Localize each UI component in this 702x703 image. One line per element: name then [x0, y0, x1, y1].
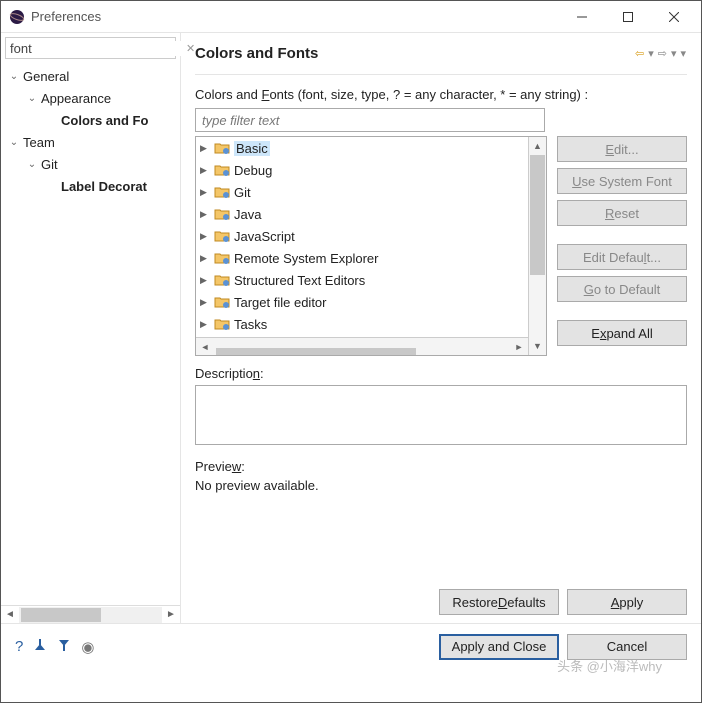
tree-item-label-decorations[interactable]: Label Decorat: [1, 175, 180, 197]
search-input-wrapper[interactable]: ✕: [5, 37, 176, 59]
scroll-left-icon[interactable]: ◄: [196, 342, 214, 352]
help-icon[interactable]: ?: [15, 638, 23, 656]
nav-history: ⇦▾ ⇨▾ ▾: [634, 47, 687, 60]
chevron-right-icon[interactable]: ▶: [200, 253, 212, 264]
scroll-thumb[interactable]: [530, 155, 545, 275]
tree-h-scrollbar[interactable]: ◄ ►: [196, 337, 528, 355]
preview-text: No preview available.: [195, 478, 687, 493]
chevron-right-icon[interactable]: ▶: [200, 297, 212, 308]
scroll-right-icon[interactable]: ►: [510, 342, 528, 352]
apply-button[interactable]: Apply: [567, 589, 687, 615]
chevron-right-icon[interactable]: ▶: [200, 143, 212, 154]
font-tree-item[interactable]: ▶Remote System Explorer: [196, 247, 528, 269]
titlebar: Preferences: [1, 1, 701, 33]
scroll-right-icon[interactable]: ►: [162, 609, 180, 620]
font-tree-item[interactable]: ▶Target file editor: [196, 291, 528, 313]
button-column: Edit... Use System Font Reset Edit Defau…: [557, 136, 687, 356]
app-icon: [9, 9, 25, 25]
cancel-button[interactable]: Cancel: [567, 634, 687, 660]
chevron-down-icon[interactable]: ⌄: [25, 93, 39, 104]
description-label: Description:: [195, 366, 687, 381]
window-title: Preferences: [31, 9, 559, 24]
font-tree-item[interactable]: ▶Java: [196, 203, 528, 225]
bottom-bar: ? ◉ Apply and Close Cancel: [1, 623, 701, 669]
chevron-down-icon[interactable]: ⌄: [7, 71, 21, 82]
nav-forward-icon[interactable]: ⇨: [657, 47, 668, 60]
edit-button[interactable]: Edit...: [557, 136, 687, 162]
chevron-right-icon[interactable]: ▶: [200, 231, 212, 242]
maximize-button[interactable]: [605, 2, 651, 32]
instruction-label: Colors and Fonts (font, size, type, ? = …: [195, 87, 687, 102]
filter-input[interactable]: type filter text: [195, 108, 545, 132]
tree-item-appearance[interactable]: ⌄Appearance: [1, 87, 180, 109]
tree-item-general[interactable]: ⌄General: [1, 65, 180, 87]
chevron-down-icon[interactable]: ⌄: [7, 137, 21, 148]
chevron-right-icon[interactable]: ▶: [200, 165, 212, 176]
content-pane: Colors and Fonts ⇦▾ ⇨▾ ▾ Colors and Font…: [181, 33, 701, 623]
chevron-right-icon[interactable]: ▶: [200, 187, 212, 198]
nav-menu-icon[interactable]: ▾: [679, 47, 687, 60]
description-box[interactable]: [195, 385, 687, 445]
tree-v-scrollbar[interactable]: ▲ ▼: [528, 137, 546, 355]
sidebar: ✕ ⌄General ⌄Appearance Colors and Fo ⌄Te…: [1, 33, 181, 623]
import-icon[interactable]: [33, 638, 47, 656]
tree-item-team[interactable]: ⌄Team: [1, 131, 180, 153]
font-tree-item[interactable]: ▶Tasks: [196, 313, 528, 335]
font-tree-item[interactable]: ▶Git: [196, 181, 528, 203]
use-system-font-button[interactable]: Use System Font: [557, 168, 687, 194]
chevron-right-icon[interactable]: ▶: [200, 319, 212, 330]
scroll-down-icon[interactable]: ▼: [529, 337, 546, 355]
apply-and-close-button[interactable]: Apply and Close: [439, 634, 559, 660]
close-button[interactable]: [651, 2, 697, 32]
tree-item-git[interactable]: ⌄Git: [1, 153, 180, 175]
sidebar-h-scrollbar[interactable]: ◄ ►: [1, 605, 180, 623]
category-tree[interactable]: ⌄General ⌄Appearance Colors and Fo ⌄Team…: [1, 63, 180, 605]
tree-item-colors-fonts[interactable]: Colors and Fo: [1, 109, 180, 131]
edit-default-button[interactable]: Edit Default...: [557, 244, 687, 270]
scroll-thumb[interactable]: [216, 348, 416, 357]
reset-button[interactable]: Reset: [557, 200, 687, 226]
preview-label: Preview:: [195, 459, 687, 474]
search-input[interactable]: [10, 41, 186, 56]
scroll-thumb[interactable]: [21, 608, 101, 622]
page-title: Colors and Fonts: [195, 45, 634, 62]
font-tree-item[interactable]: ▶Debug: [196, 159, 528, 181]
chevron-right-icon[interactable]: ▶: [200, 209, 212, 220]
nav-back-icon[interactable]: ⇦: [634, 47, 645, 60]
font-tree-item[interactable]: ▶JavaScript: [196, 225, 528, 247]
go-to-default-button[interactable]: Go to Default: [557, 276, 687, 302]
scroll-left-icon[interactable]: ◄: [1, 609, 19, 620]
chevron-down-icon[interactable]: ⌄: [25, 159, 39, 170]
chevron-right-icon[interactable]: ▶: [200, 275, 212, 286]
restore-defaults-button[interactable]: Restore Defaults: [439, 589, 559, 615]
expand-all-button[interactable]: Expand All: [557, 320, 687, 346]
minimize-button[interactable]: [559, 2, 605, 32]
font-tree-item[interactable]: ▶Basic: [196, 137, 528, 159]
font-tree-item[interactable]: ▶Structured Text Editors: [196, 269, 528, 291]
nav-forward-menu-icon[interactable]: ▾: [670, 47, 678, 60]
nav-back-menu-icon[interactable]: ▾: [647, 47, 655, 60]
fonts-tree[interactable]: ▶Basic▶Debug▶Git▶Java▶JavaScript▶Remote …: [195, 136, 547, 356]
scroll-up-icon[interactable]: ▲: [529, 137, 546, 155]
record-icon[interactable]: ◉: [81, 638, 94, 656]
export-icon[interactable]: [57, 638, 71, 656]
content-header: Colors and Fonts ⇦▾ ⇨▾ ▾: [195, 33, 687, 75]
